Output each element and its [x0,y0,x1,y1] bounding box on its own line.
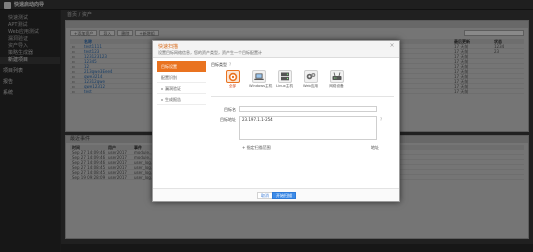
gears-icon [303,70,318,83]
step-config-identify[interactable]: 配置识别 [157,72,206,83]
target-address-textarea[interactable]: 23.197.1.1-254 [239,116,377,140]
dialog-footer: 取消 开始扫描 [153,188,399,201]
type-option-web[interactable]: Web应用 [301,70,320,88]
start-scan-button[interactable]: 开始扫描 [272,192,296,199]
step-generate-report[interactable]: 生成报告 [157,94,206,105]
close-icon[interactable]: × [389,43,395,49]
server-icon [277,70,292,83]
target-address-label: 目标地址 [220,117,236,122]
address-example-link[interactable]: 地址 [371,145,379,151]
step-label: 目标设置 [161,64,177,69]
dialog-header: 快速扫描 设置目标网络信息，您的资产类型，资产生一个目标配置计 × [153,41,399,58]
help-icon[interactable]: ? [229,62,231,67]
type-option-label: Windows主机 [249,84,273,88]
type-option-label: 全部 [228,84,237,88]
dialog-title: 快速扫描 [158,44,179,50]
type-option-linux[interactable]: Linux主机 [275,70,294,88]
laptop-icon [251,70,266,83]
type-option-label: Web应用 [302,84,319,88]
type-option-all[interactable]: 全部 [223,70,242,88]
form-divider [211,96,394,97]
bullet-icon [161,88,163,90]
step-vuln-verify[interactable]: 漏洞验证 [157,83,206,94]
step-label: 配置识别 [161,75,177,80]
target-name-input[interactable] [239,106,377,112]
dialog-subtitle: 设置目标网络信息，您的资产类型，资产生一个目标配置计 [158,50,262,55]
router-icon [329,70,344,83]
quick-scan-dialog: 快速扫描 设置目标网络信息，您的资产类型，资产生一个目标配置计 × 目标设置 配… [152,40,400,202]
help-icon[interactable]: ? [380,116,382,122]
type-option-network[interactable]: 网络设备 [327,70,346,88]
step-label: 漏洞验证 [165,86,181,91]
target-icon [225,70,240,83]
cancel-button[interactable]: 取消 [257,192,273,199]
specify-scope-link[interactable]: + 指定扫描范围 [242,145,271,150]
type-option-label: Linux主机 [276,84,293,88]
target-type-options: 全部 Windows主机 Linux主机 Web应用 网络设备 [223,70,346,88]
type-option-windows[interactable]: Windows主机 [249,70,273,88]
type-option-label: 网络设备 [329,84,344,88]
step-label: 生成报告 [165,97,181,102]
target-form: 目标类型? 全部 Windows主机 Linux主机 Web应用 网络设备 目标… [211,62,394,186]
target-type-text: 目标类型 [211,62,227,67]
target-name-row: 目标名 [211,106,377,113]
scope-row: + 指定扫描范围 地址 [242,145,392,151]
target-address-row: 目标地址 23.197.1.1-254 ? [211,116,382,140]
wizard-steps: 目标设置 配置识别 漏洞验证 生成报告 [157,61,206,189]
target-type-label: 目标类型? [211,62,231,68]
bullet-icon [161,99,163,101]
target-name-label: 目标名 [224,107,236,112]
step-target-settings[interactable]: 目标设置 [157,61,206,72]
